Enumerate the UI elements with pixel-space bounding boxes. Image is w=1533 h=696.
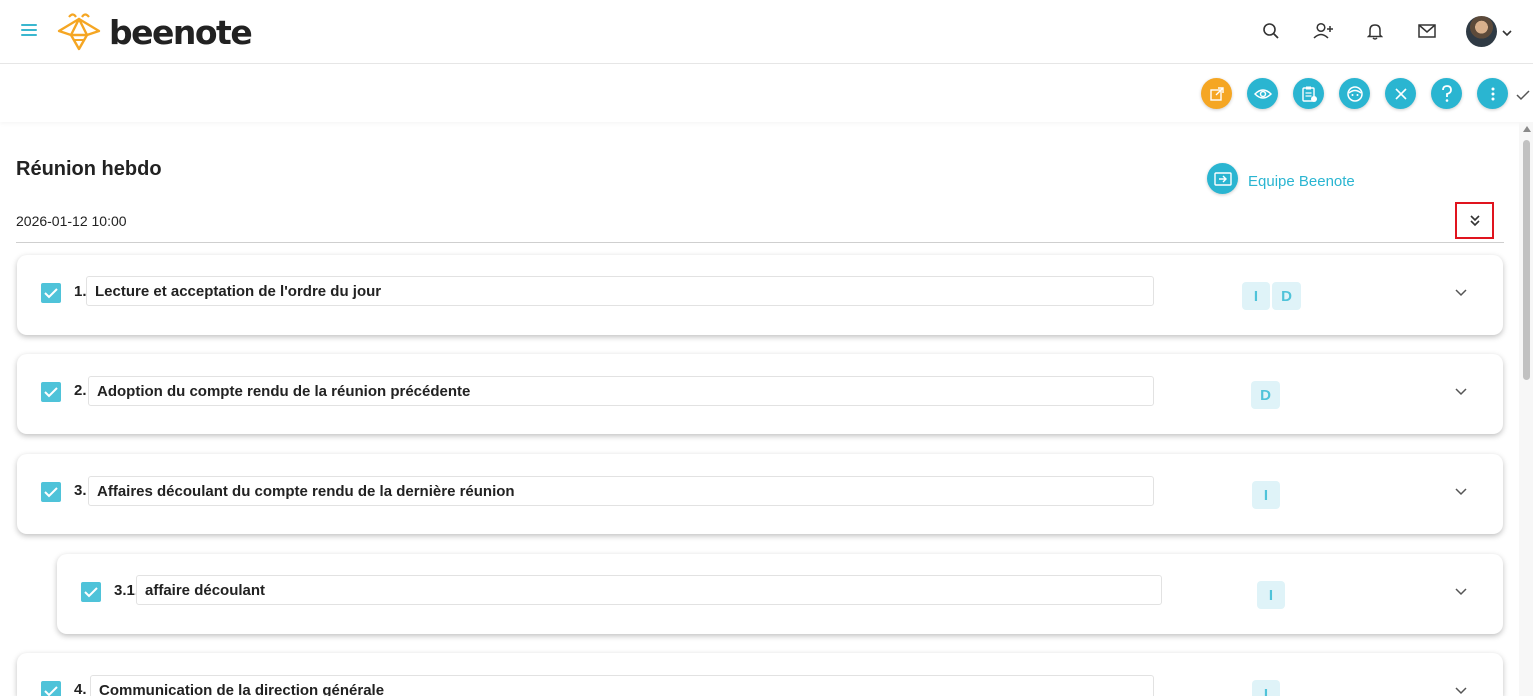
agenda-number: 2. (74, 382, 87, 399)
clipboard-icon[interactable] (1293, 78, 1324, 109)
agenda-title-input[interactable]: Adoption du compte rendu de la réunion p… (88, 376, 1154, 406)
expand-all-button[interactable] (1455, 202, 1494, 239)
agenda-item: 4. Communication de la direction général… (17, 653, 1503, 696)
meeting-title: Réunion hebdo (16, 158, 162, 180)
agenda-checkbox[interactable] (41, 283, 61, 303)
bell-icon[interactable] (1363, 19, 1387, 43)
agenda-checkbox[interactable] (41, 482, 61, 502)
close-icon[interactable] (1385, 78, 1416, 109)
logo-text: beenote (109, 12, 253, 52)
badge-information[interactable]: I (1242, 282, 1270, 310)
agenda-checkbox[interactable] (41, 681, 61, 696)
badge-information[interactable]: I (1252, 481, 1280, 509)
check-icon[interactable] (1516, 86, 1530, 105)
chevron-down-icon[interactable] (1455, 481, 1467, 500)
chevron-down-icon[interactable] (1455, 282, 1467, 301)
scrollbar[interactable] (1519, 122, 1533, 696)
meeting-datetime: 2026-01-12 10:00 (16, 213, 127, 229)
agenda-number: 3. (74, 482, 87, 499)
agenda-item: 3. Affaires découlant du compte rendu de… (17, 454, 1503, 534)
team-link[interactable]: Equipe Beenote (1207, 163, 1355, 194)
add-user-icon[interactable] (1311, 19, 1335, 43)
beenote-logo[interactable]: beenote (55, 10, 253, 54)
badge-information[interactable]: I (1252, 680, 1280, 696)
search-icon[interactable] (1259, 19, 1283, 43)
chevron-down-icon[interactable] (1455, 381, 1467, 400)
avatar[interactable] (1466, 16, 1497, 47)
folder-enter-icon (1207, 163, 1238, 194)
chevron-down-icon[interactable] (1455, 680, 1467, 696)
agenda-checkbox[interactable] (81, 582, 101, 602)
chevron-down-icon[interactable] (1501, 24, 1513, 43)
bee-logo-icon (57, 13, 101, 51)
team-label[interactable]: Equipe Beenote (1248, 173, 1355, 190)
double-chevron-down-icon (1469, 214, 1480, 226)
menu-icon[interactable] (21, 24, 37, 36)
agenda-title-input[interactable]: affaire découlant (136, 575, 1162, 605)
agenda-title-input[interactable]: Communication de la direction générale (90, 675, 1154, 696)
agenda-subitem: 3.1. affaire découlant I (57, 554, 1503, 634)
app-header: beenote (0, 0, 1533, 64)
chevron-down-icon[interactable] (1455, 581, 1467, 600)
eye-icon[interactable] (1247, 78, 1278, 109)
mail-icon[interactable] (1415, 19, 1439, 43)
agenda-item: 1. Lecture et acceptation de l'ordre du … (17, 255, 1503, 335)
agenda-item: 2. Adoption du compte rendu de la réunio… (17, 354, 1503, 434)
agenda-title-input[interactable]: Affaires découlant du compte rendu de la… (88, 476, 1154, 506)
divider (16, 242, 1504, 243)
agenda-checkbox[interactable] (41, 382, 61, 402)
scroll-up-icon[interactable] (1523, 126, 1531, 132)
badge-decision[interactable]: D (1251, 381, 1280, 409)
more-vertical-icon[interactable] (1477, 78, 1508, 109)
meeting-toolbar (0, 64, 1533, 122)
help-icon[interactable] (1431, 78, 1462, 109)
agenda-number: 1. (74, 283, 87, 300)
agenda-number: 4. (74, 681, 87, 696)
share-icon[interactable] (1201, 78, 1232, 109)
badge-information[interactable]: I (1257, 581, 1285, 609)
agenda-title-input[interactable]: Lecture et acceptation de l'ordre du jou… (86, 276, 1154, 306)
face-icon[interactable] (1339, 78, 1370, 109)
scroll-thumb[interactable] (1523, 140, 1530, 380)
badge-decision[interactable]: D (1272, 282, 1301, 310)
